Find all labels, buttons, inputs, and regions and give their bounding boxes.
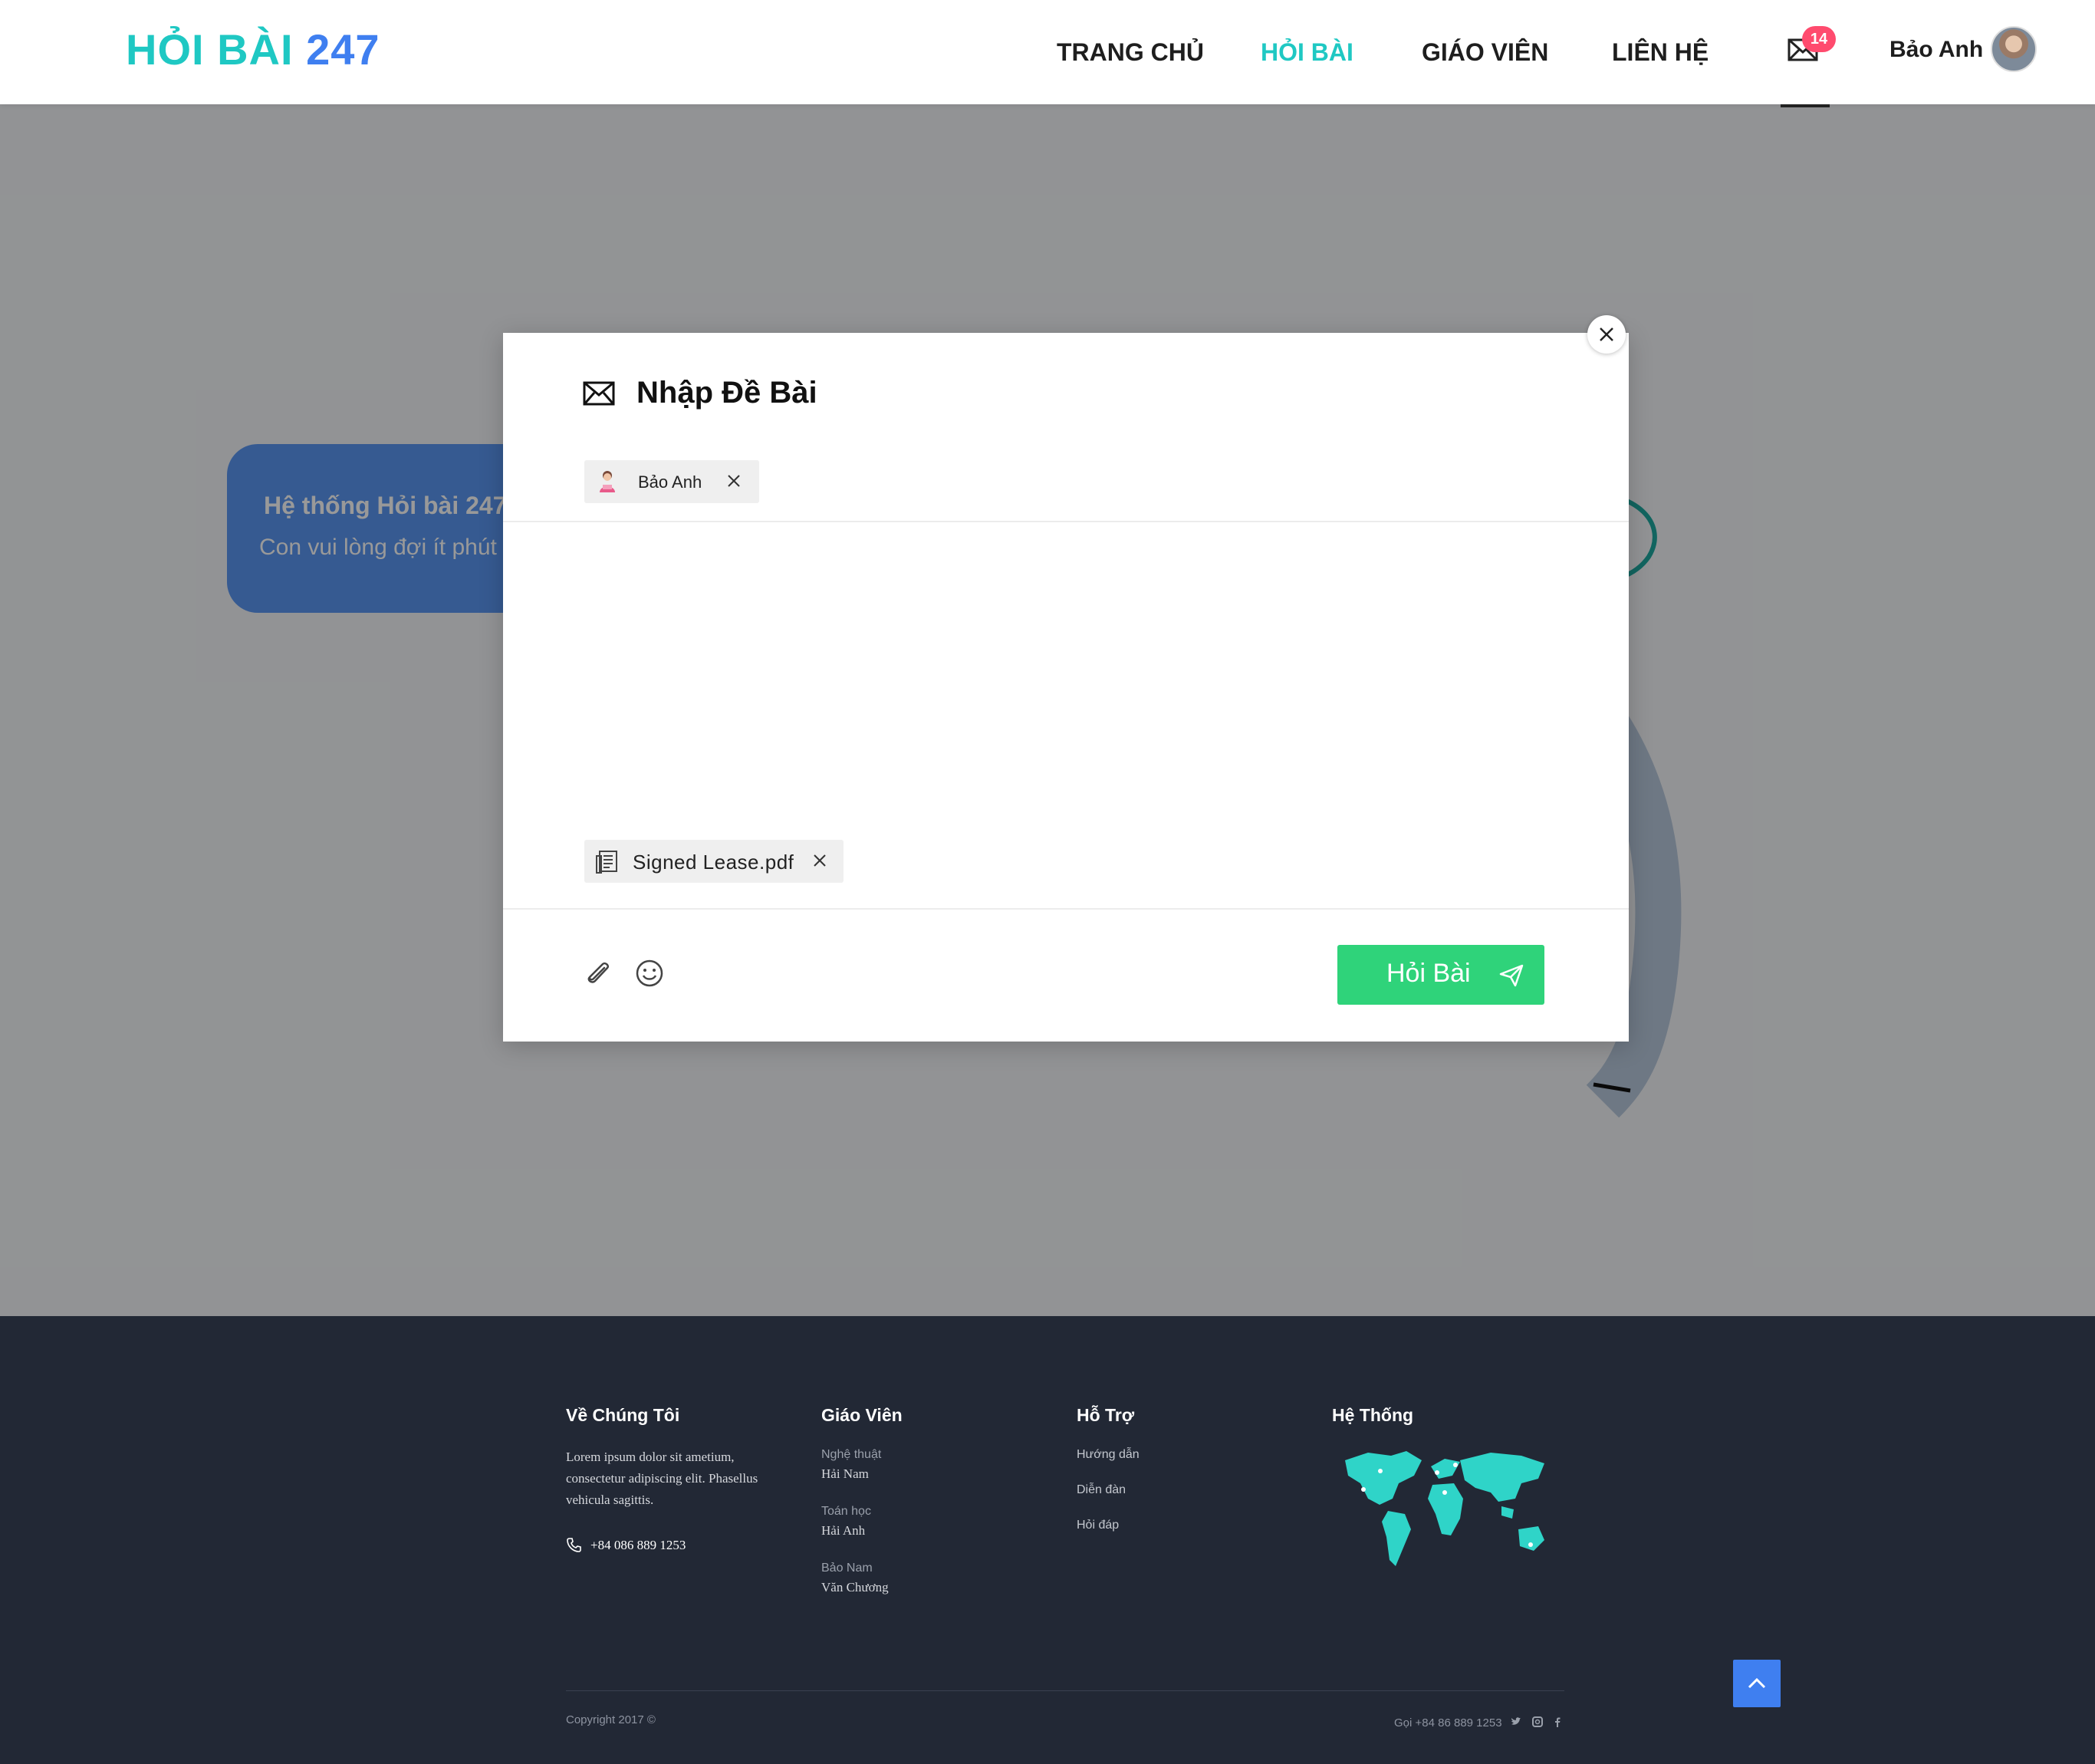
nav-home[interactable]: TRANG CHỦ [1057, 38, 1204, 67]
support-link-guide[interactable]: Hướng dẫn [1077, 1448, 1140, 1462]
question-textarea[interactable] [549, 532, 1584, 824]
header-divider [503, 521, 1629, 522]
footer-system-heading: Hệ Thống [1332, 1405, 1414, 1425]
attachment-chip: Signed Lease.pdf [584, 840, 844, 883]
teacher-name[interactable]: Văn Chương [821, 1580, 889, 1595]
paperclip-icon[interactable] [584, 959, 612, 988]
envelope-icon [583, 381, 615, 406]
nav-ask[interactable]: HỎI BÀI [1261, 38, 1353, 67]
logo-text-secondary: 247 [306, 25, 380, 74]
footer-phone[interactable]: +84 086 889 1253 [590, 1538, 686, 1553]
modal-title: Nhập Đề Bài [636, 376, 817, 410]
footer-teachers-heading: Giáo Viên [821, 1405, 903, 1425]
teacher-name[interactable]: Hải Anh [821, 1523, 865, 1539]
recipient-chip: Bảo Anh [584, 460, 759, 503]
recipient-avatar-icon [600, 471, 615, 492]
emoji-icon[interactable] [635, 959, 664, 988]
teacher-subject: Toán học [821, 1505, 871, 1518]
support-link-faq[interactable]: Hỏi đáp [1077, 1519, 1119, 1532]
remove-recipient-icon[interactable] [725, 472, 742, 489]
world-map-icon [1345, 1451, 1544, 1566]
instagram-icon[interactable] [1532, 1716, 1543, 1727]
footer-about-heading: Về Chúng Tôi [566, 1405, 680, 1425]
submit-label: Hỏi Bài [1386, 959, 1471, 988]
twitter-icon[interactable] [1511, 1716, 1521, 1727]
user-avatar[interactable] [1991, 26, 2037, 72]
site-logo[interactable]: HỎI BÀI 247 [126, 25, 380, 74]
back-to-top-button[interactable] [1733, 1660, 1781, 1707]
ask-question-modal: Nhập Đề Bài Bảo Anh Signed Lease.pdf Hỏi… [503, 333, 1629, 1042]
nav-contact[interactable]: LIÊN HỆ [1612, 38, 1709, 67]
close-icon [1600, 327, 1613, 341]
footer-divider [566, 1690, 1564, 1691]
submit-question-button[interactable]: Hỏi Bài [1337, 945, 1544, 1005]
site-footer: Về Chúng Tôi Lorem ipsum dolor sit ameti… [0, 1316, 2095, 1764]
paper-plane-icon [1499, 964, 1524, 987]
support-link-forum[interactable]: Diễn đàn [1077, 1483, 1126, 1497]
footer-support-heading: Hỗ Trợ [1077, 1405, 1135, 1425]
phone-icon [567, 1538, 581, 1552]
teacher-subject: Bảo Nam [821, 1562, 873, 1575]
teacher-name[interactable]: Hải Nam [821, 1466, 869, 1482]
close-modal-button[interactable] [1587, 315, 1626, 354]
attachment-file-name: Signed Lease.pdf [633, 851, 794, 874]
mail-count-badge: 14 [1802, 26, 1836, 52]
footer-bottom-phone[interactable]: Gọi +84 86 889 1253 [1394, 1716, 1502, 1729]
top-navbar: HỎI BÀI 247 TRANG CHỦ HỎI BÀI GIÁO VIÊN … [0, 0, 2095, 107]
chevron-up-icon [1748, 1677, 1766, 1689]
copyright-text: Copyright 2017 © [566, 1713, 656, 1726]
nav-teachers[interactable]: GIÁO VIÊN [1422, 38, 1548, 67]
teacher-subject: Nghệ thuật [821, 1448, 882, 1461]
document-icon [596, 851, 617, 874]
remove-attachment-icon[interactable] [811, 852, 828, 869]
logo-text-primary: HỎI BÀI [126, 25, 294, 74]
user-name[interactable]: Bảo Anh [1889, 37, 1983, 63]
footer-about-text: Lorem ipsum dolor sit ametium, consectet… [566, 1450, 758, 1507]
recipient-name: Bảo Anh [638, 472, 702, 492]
active-icon-indicator [1781, 104, 1830, 107]
facebook-icon[interactable] [1554, 1716, 1561, 1727]
footer-divider [503, 908, 1629, 910]
